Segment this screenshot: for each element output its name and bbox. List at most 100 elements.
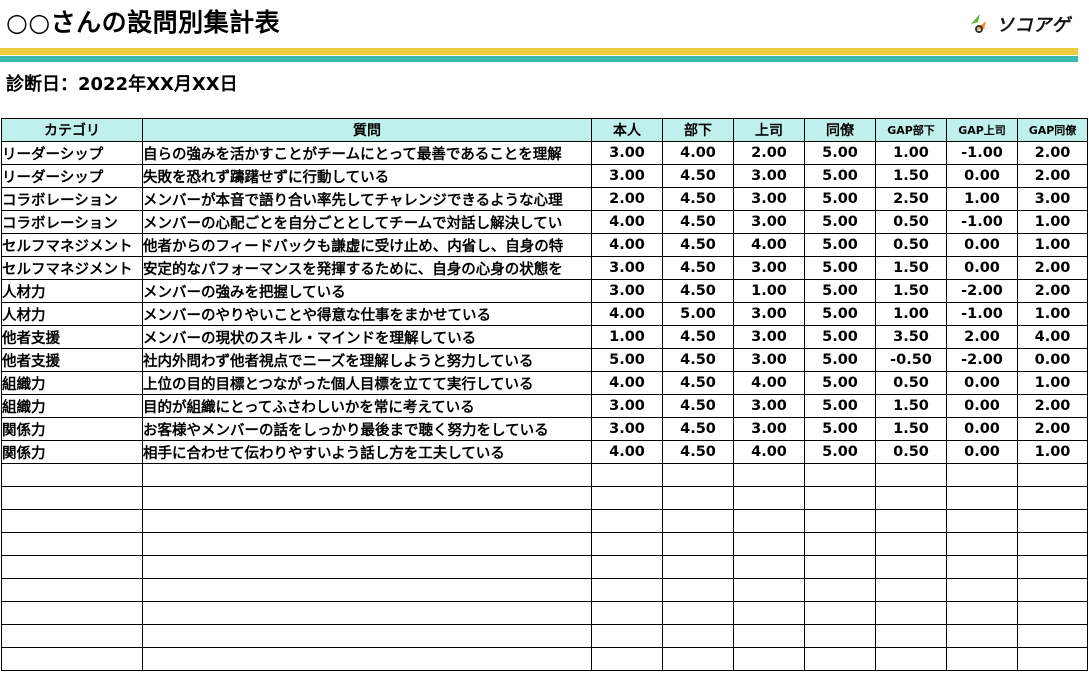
empty-cell[interactable] — [875, 601, 947, 625]
empty-cell[interactable] — [733, 624, 805, 648]
empty-cell[interactable] — [1017, 601, 1088, 625]
empty-cell[interactable] — [662, 555, 734, 579]
empty-cell[interactable] — [804, 486, 876, 510]
cell-question[interactable]: 安定的なパフォーマンスを発揮するために、自身の心身の状態を — [142, 256, 592, 280]
empty-cell[interactable] — [142, 486, 592, 510]
empty-cell[interactable] — [875, 578, 947, 602]
empty-cell[interactable] — [662, 624, 734, 648]
empty-cell[interactable] — [142, 601, 592, 625]
empty-cell[interactable] — [142, 509, 592, 533]
empty-cell[interactable] — [591, 509, 663, 533]
cell-question[interactable]: 目的が組織にとってふさわしいかを常に考えている — [142, 394, 592, 418]
cell-boss[interactable]: 4.00 — [733, 440, 805, 464]
empty-cell[interactable] — [591, 601, 663, 625]
cell-self[interactable]: 3.00 — [591, 164, 663, 188]
cell-category[interactable]: 組織力 — [1, 394, 143, 418]
empty-cell[interactable] — [591, 578, 663, 602]
cell-boss[interactable]: 3.00 — [733, 417, 805, 441]
cell-gap-peer[interactable]: 2.00 — [1017, 394, 1088, 418]
cell-subordinate[interactable]: 5.00 — [662, 302, 734, 326]
cell-category[interactable]: セルフマネジメント — [1, 256, 143, 280]
empty-cell[interactable] — [946, 624, 1018, 648]
empty-cell[interactable] — [875, 532, 947, 556]
cell-gap-subordinate[interactable]: 0.50 — [875, 233, 947, 257]
empty-cell[interactable] — [804, 509, 876, 533]
cell-self[interactable]: 1.00 — [591, 325, 663, 349]
empty-cell[interactable] — [662, 486, 734, 510]
cell-self[interactable]: 4.00 — [591, 371, 663, 395]
cell-gap-peer[interactable]: 2.00 — [1017, 256, 1088, 280]
empty-cell[interactable] — [875, 555, 947, 579]
cell-question[interactable]: メンバーが本音で語り合い率先してチャレンジできるような心理 — [142, 187, 592, 211]
cell-category[interactable]: 他者支援 — [1, 325, 143, 349]
empty-cell[interactable] — [1017, 486, 1088, 510]
empty-cell[interactable] — [733, 509, 805, 533]
header-subordinate[interactable]: 部下 — [662, 118, 734, 142]
cell-gap-boss[interactable]: 0.00 — [946, 417, 1018, 441]
header-boss[interactable]: 上司 — [733, 118, 805, 142]
header-gap-subordinate[interactable]: GAP部下 — [875, 118, 947, 142]
empty-cell[interactable] — [591, 624, 663, 648]
cell-subordinate[interactable]: 4.50 — [662, 210, 734, 234]
cell-gap-peer[interactable]: 1.00 — [1017, 302, 1088, 326]
empty-cell[interactable] — [733, 601, 805, 625]
cell-question[interactable]: メンバーの強みを把握している — [142, 279, 592, 303]
cell-category[interactable]: セルフマネジメント — [1, 233, 143, 257]
cell-subordinate[interactable]: 4.50 — [662, 279, 734, 303]
cell-category[interactable]: リーダーシップ — [1, 164, 143, 188]
cell-question[interactable]: 上位の目的目標とつながった個人目標を立てて実行している — [142, 371, 592, 395]
header-gap-peer[interactable]: GAP同僚 — [1017, 118, 1088, 142]
cell-peer[interactable]: 5.00 — [804, 348, 876, 372]
cell-gap-boss[interactable]: 0.00 — [946, 440, 1018, 464]
empty-cell[interactable] — [591, 486, 663, 510]
empty-cell[interactable] — [804, 647, 876, 671]
cell-gap-boss[interactable]: -1.00 — [946, 141, 1018, 165]
cell-gap-boss[interactable]: 1.00 — [946, 187, 1018, 211]
empty-cell[interactable] — [142, 463, 592, 487]
empty-cell[interactable] — [1017, 532, 1088, 556]
cell-gap-peer[interactable]: 4.00 — [1017, 325, 1088, 349]
cell-gap-subordinate[interactable]: 2.50 — [875, 187, 947, 211]
cell-boss[interactable]: 4.00 — [733, 371, 805, 395]
empty-cell[interactable] — [946, 486, 1018, 510]
empty-cell[interactable] — [1, 578, 143, 602]
cell-gap-peer[interactable]: 3.00 — [1017, 187, 1088, 211]
empty-cell[interactable] — [733, 486, 805, 510]
cell-category[interactable]: 人材力 — [1, 279, 143, 303]
cell-gap-peer[interactable]: 2.00 — [1017, 417, 1088, 441]
cell-gap-subordinate[interactable]: 1.50 — [875, 256, 947, 280]
cell-gap-boss[interactable]: 0.00 — [946, 394, 1018, 418]
empty-cell[interactable] — [733, 463, 805, 487]
cell-peer[interactable]: 5.00 — [804, 187, 876, 211]
empty-cell[interactable] — [662, 601, 734, 625]
cell-subordinate[interactable]: 4.50 — [662, 164, 734, 188]
cell-boss[interactable]: 1.00 — [733, 279, 805, 303]
cell-peer[interactable]: 5.00 — [804, 394, 876, 418]
cell-category[interactable]: 人材力 — [1, 302, 143, 326]
cell-question[interactable]: メンバーの現状のスキル・マインドを理解している — [142, 325, 592, 349]
cell-gap-subordinate[interactable]: 1.00 — [875, 141, 947, 165]
empty-cell[interactable] — [1, 555, 143, 579]
cell-gap-subordinate[interactable]: 0.50 — [875, 210, 947, 234]
empty-cell[interactable] — [733, 532, 805, 556]
empty-cell[interactable] — [662, 509, 734, 533]
cell-question[interactable]: 自らの強みを活かすことがチームにとって最善であることを理解 — [142, 141, 592, 165]
empty-cell[interactable] — [1, 647, 143, 671]
cell-gap-boss[interactable]: -2.00 — [946, 279, 1018, 303]
cell-peer[interactable]: 5.00 — [804, 302, 876, 326]
cell-gap-subordinate[interactable]: 0.50 — [875, 371, 947, 395]
cell-question[interactable]: メンバーの心配ごとを自分ごととしてチームで対話し解決してい — [142, 210, 592, 234]
cell-gap-peer[interactable]: 1.00 — [1017, 371, 1088, 395]
cell-question[interactable]: 失敗を恐れず躊躇せずに行動している — [142, 164, 592, 188]
cell-gap-subordinate[interactable]: 1.00 — [875, 302, 947, 326]
cell-peer[interactable]: 5.00 — [804, 417, 876, 441]
cell-category[interactable]: 関係力 — [1, 440, 143, 464]
empty-cell[interactable] — [1017, 463, 1088, 487]
empty-cell[interactable] — [875, 486, 947, 510]
cell-boss[interactable]: 4.00 — [733, 233, 805, 257]
empty-cell[interactable] — [804, 532, 876, 556]
cell-gap-peer[interactable]: 1.00 — [1017, 210, 1088, 234]
empty-cell[interactable] — [662, 463, 734, 487]
cell-gap-boss[interactable]: 0.00 — [946, 233, 1018, 257]
empty-cell[interactable] — [1, 532, 143, 556]
